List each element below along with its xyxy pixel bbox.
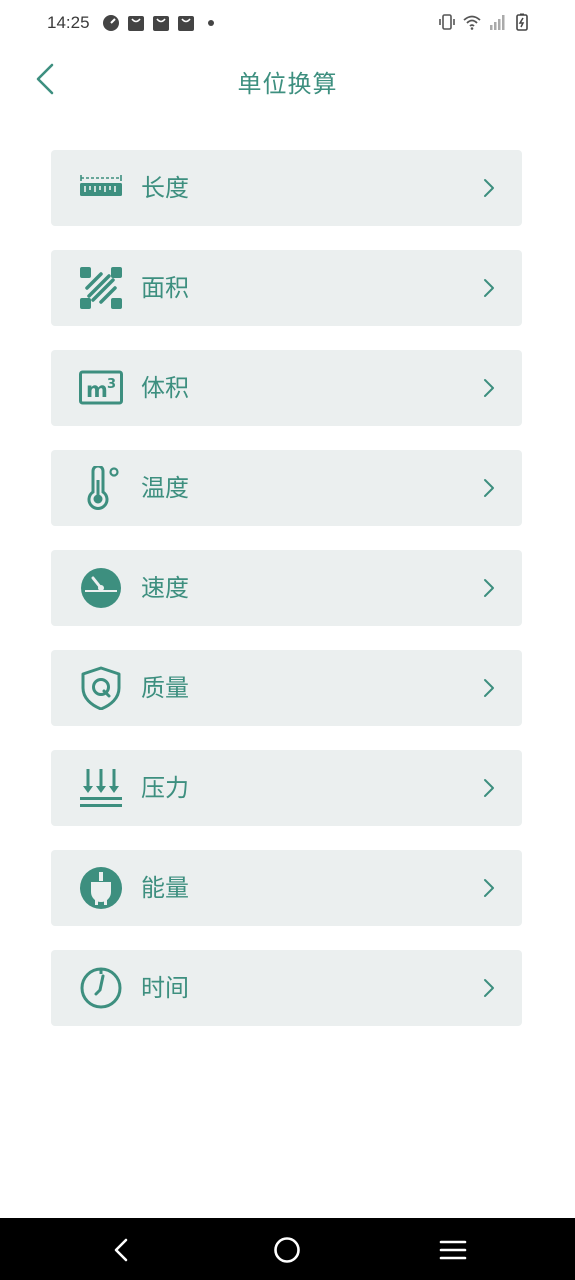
shield-q-icon	[79, 666, 123, 710]
nav-back-button[interactable]	[104, 1233, 138, 1267]
vibrate-icon	[439, 14, 455, 30]
chevron-right-icon	[484, 779, 494, 797]
pressure-arrows-icon	[79, 766, 123, 810]
system-nav-bar	[0, 1218, 575, 1280]
cubic-meter-icon: m 3	[79, 366, 123, 410]
plug-icon	[79, 866, 123, 910]
chevron-right-icon	[484, 479, 494, 497]
unit-label: 压力	[141, 774, 189, 802]
status-bar: 14:25	[0, 0, 575, 46]
speedometer-icon	[79, 566, 123, 610]
chevron-right-icon	[484, 679, 494, 697]
unit-label: 质量	[141, 674, 189, 702]
chevron-right-icon	[484, 379, 494, 397]
unit-label: 能量	[141, 874, 189, 902]
wifi-icon	[463, 15, 481, 30]
area-icon	[79, 266, 123, 310]
unit-item-time[interactable]: 时间	[51, 950, 522, 1026]
notification-icons	[102, 14, 220, 32]
page-title: 单位换算	[237, 70, 338, 98]
nav-back-icon	[114, 1238, 128, 1262]
unit-label: 速度	[141, 574, 189, 602]
svg-text:m: m	[86, 378, 108, 402]
bag-notification-icon	[128, 16, 144, 31]
nav-home-icon	[274, 1237, 300, 1263]
unit-item-area[interactable]: 面积	[51, 250, 522, 326]
signal-icon	[490, 15, 505, 30]
battery-charging-icon	[516, 13, 528, 31]
chevron-right-icon	[484, 579, 494, 597]
unit-label: 面积	[141, 274, 189, 302]
chevron-right-icon	[484, 879, 494, 897]
nav-menu-button[interactable]	[436, 1233, 470, 1267]
status-time: 14:25	[47, 13, 90, 32]
unit-item-speed[interactable]: 速度	[51, 550, 522, 626]
clock-icon	[79, 966, 123, 1010]
unit-item-volume[interactable]: m 3 体积	[51, 350, 522, 426]
nav-menu-icon	[439, 1240, 467, 1260]
nav-home-button[interactable]	[270, 1233, 304, 1267]
thermometer-icon	[79, 466, 123, 510]
chevron-right-icon	[484, 279, 494, 297]
unit-label: 时间	[141, 974, 189, 1002]
chevron-right-icon	[484, 979, 494, 997]
unit-label: 体积	[141, 374, 189, 402]
unit-item-pressure[interactable]: 压力	[51, 750, 522, 826]
unit-label: 温度	[141, 474, 189, 502]
bag-notification-icon	[178, 16, 194, 31]
app-header: 单位换算	[0, 46, 575, 116]
bag-notification-icon	[153, 16, 169, 31]
unit-list: 长度 面积 m 3 体积 温度 速度 质量 压力 能量 时间	[51, 150, 522, 1050]
svg-text:3: 3	[107, 377, 116, 392]
chevron-right-icon	[484, 179, 494, 197]
more-dot-icon	[208, 20, 214, 26]
ruler-icon	[79, 166, 123, 210]
unit-item-mass[interactable]: 质量	[51, 650, 522, 726]
unit-label: 长度	[141, 174, 189, 202]
unit-item-length[interactable]: 长度	[51, 150, 522, 226]
speed-notification-icon	[103, 15, 119, 31]
system-icons	[438, 13, 531, 31]
unit-item-temperature[interactable]: 温度	[51, 450, 522, 526]
unit-item-energy[interactable]: 能量	[51, 850, 522, 926]
